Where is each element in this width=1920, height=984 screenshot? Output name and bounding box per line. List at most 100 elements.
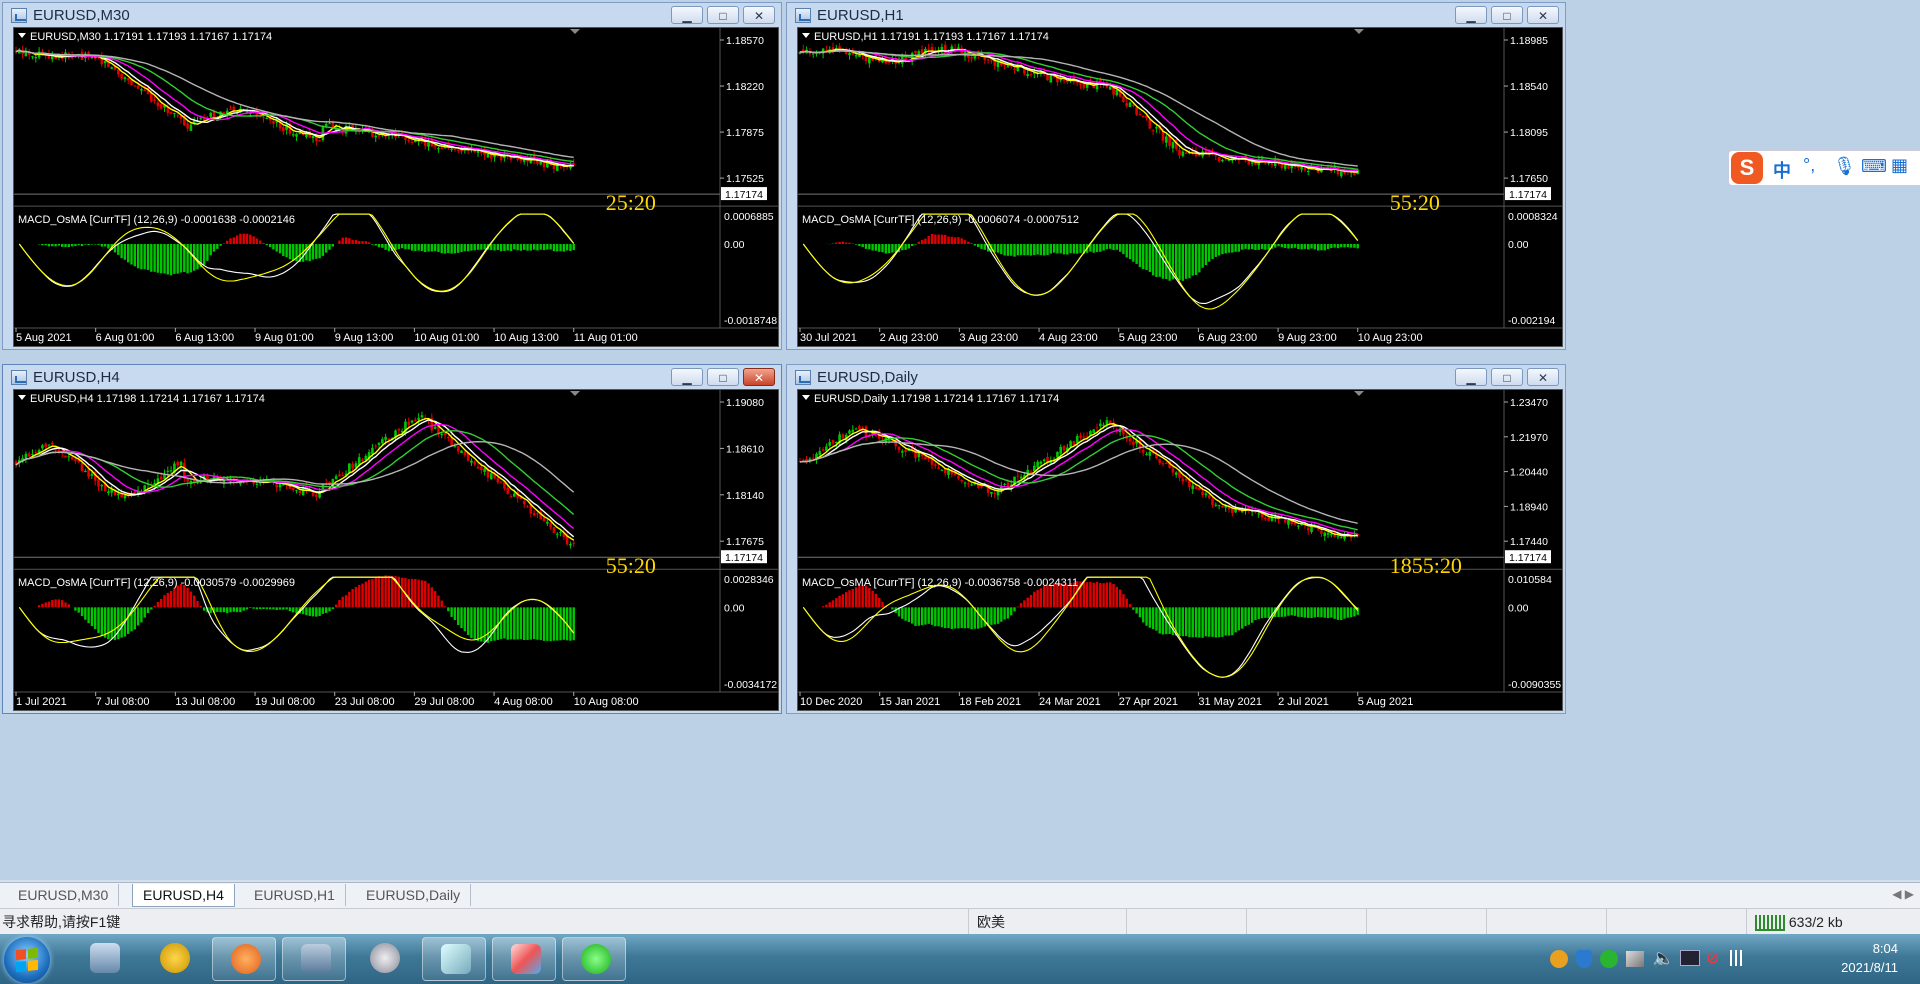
close-button[interactable]: ✕ bbox=[1527, 6, 1559, 24]
macd-histogram-bar bbox=[447, 243, 450, 254]
close-button[interactable]: ✕ bbox=[743, 6, 775, 24]
connection-bars-icon bbox=[1755, 915, 1785, 932]
macd-histogram-bar bbox=[156, 602, 160, 608]
tab-eurusd-h1[interactable]: EURUSD,H1 bbox=[244, 884, 346, 906]
shield-icon[interactable] bbox=[1576, 950, 1592, 968]
macd-histogram-bar bbox=[80, 607, 84, 617]
chart-window-m30[interactable]: EURUSD,M30 ▁ □ ✕ EURUSD,M30 1.17191 1.17… bbox=[2, 2, 782, 350]
macd-histogram-bar bbox=[1026, 597, 1029, 608]
speaker-icon[interactable]: 🔈 bbox=[1652, 948, 1674, 969]
chart-area[interactable]: EURUSD,Daily 1.17198 1.17214 1.17167 1.1… bbox=[797, 389, 1563, 711]
macd-histogram-bar bbox=[341, 596, 344, 608]
tab-eurusd-daily[interactable]: EURUSD,Daily bbox=[356, 884, 472, 906]
maximize-button[interactable]: □ bbox=[1491, 6, 1523, 24]
monitor-icon[interactable] bbox=[1680, 950, 1700, 966]
taskbar-app-browser[interactable] bbox=[212, 937, 276, 981]
ime-language[interactable]: 中 bbox=[1773, 157, 1791, 183]
candle-body bbox=[397, 428, 401, 431]
macd-histogram-bar bbox=[318, 607, 321, 617]
tray-app-icon[interactable] bbox=[1550, 950, 1568, 968]
chart-shift-marker-icon bbox=[1354, 391, 1364, 396]
maximize-button[interactable]: □ bbox=[707, 368, 739, 386]
macd-histogram-bar bbox=[288, 243, 292, 260]
close-button[interactable]: ✕ bbox=[743, 368, 775, 386]
minimize-button[interactable]: ▁ bbox=[671, 6, 703, 24]
macd-histogram-bar bbox=[1316, 243, 1320, 251]
candle-body bbox=[384, 436, 387, 440]
taskbar-app-metatrader[interactable] bbox=[282, 937, 346, 981]
macd-histogram-bar bbox=[391, 576, 394, 608]
toolbox-icon[interactable]: ▦ bbox=[1891, 155, 1908, 176]
maximize-button[interactable]: □ bbox=[1491, 368, 1523, 386]
microphone-icon[interactable]: 🎙 bbox=[1833, 156, 1856, 177]
taskbar-app-finance[interactable] bbox=[142, 937, 206, 981]
candle-body bbox=[440, 147, 444, 149]
chart-window-h1[interactable]: EURUSD,H1 ▁ □ ✕ EURUSD,H1 1.17191 1.1719… bbox=[786, 2, 1566, 350]
macd-histogram-bar bbox=[311, 607, 315, 617]
macd-histogram-bar bbox=[358, 240, 361, 244]
candle-body bbox=[410, 141, 414, 143]
pen-icon[interactable] bbox=[1626, 951, 1644, 967]
orange-swirl-app-icon bbox=[231, 944, 261, 974]
macd-histogram-bar bbox=[1168, 243, 1171, 281]
macd-histogram-bar bbox=[845, 592, 848, 608]
taskbar-app-paint[interactable] bbox=[492, 937, 556, 981]
macd-histogram-bar bbox=[173, 243, 176, 274]
macd-histogram-bar bbox=[967, 241, 970, 244]
candle-body bbox=[499, 481, 503, 483]
minimize-button[interactable]: ▁ bbox=[1455, 6, 1487, 24]
signal-icon[interactable] bbox=[1730, 950, 1748, 966]
candle-body bbox=[552, 527, 556, 533]
chart-area[interactable]: EURUSD,M30 1.17191 1.17193 1.17167 1.171… bbox=[13, 27, 779, 347]
macd-histogram-bar bbox=[1330, 607, 1333, 618]
minimize-button[interactable]: ▁ bbox=[671, 368, 703, 386]
macd-histogram-bar bbox=[473, 607, 476, 640]
taskbar-app-wechat[interactable] bbox=[562, 937, 626, 981]
keyboard-icon[interactable]: ⌨ bbox=[1861, 156, 1887, 177]
candle-body bbox=[526, 506, 529, 508]
connection-status[interactable]: 633/2 kb bbox=[1746, 909, 1920, 935]
macd-tick-label: -0.0034172 bbox=[724, 679, 777, 691]
title-bar[interactable]: EURUSD,Daily ▁ □ ✕ bbox=[787, 365, 1565, 391]
tab-eurusd-h4[interactable]: EURUSD,H4 bbox=[132, 884, 235, 907]
sogou-logo-icon[interactable]: S bbox=[1731, 152, 1763, 184]
chart-area[interactable]: EURUSD,H4 1.17198 1.17214 1.17167 1.1717… bbox=[13, 389, 779, 711]
close-button[interactable]: ✕ bbox=[1527, 368, 1559, 386]
macd-histogram-bar bbox=[1290, 243, 1293, 249]
chart-window-h4[interactable]: EURUSD,H4 ▁ □ ✕ EURUSD,H4 1.17198 1.1721… bbox=[2, 364, 782, 714]
taskbar-app-notes[interactable] bbox=[422, 937, 486, 981]
punctuation-icon[interactable]: °, bbox=[1803, 155, 1815, 176]
macd-info-text: MACD_OsMA [CurrTF] (12,26,9) -0.0030579 … bbox=[18, 577, 295, 589]
macd-histogram-bar bbox=[1283, 243, 1287, 249]
candle-body bbox=[1079, 435, 1082, 438]
macd-histogram-bar bbox=[1283, 607, 1287, 617]
taskbar-app-contacts[interactable] bbox=[72, 937, 136, 981]
candle-body bbox=[456, 446, 460, 452]
wechat-tray-icon[interactable] bbox=[1600, 950, 1618, 968]
candle-body bbox=[311, 135, 315, 139]
title-bar[interactable]: EURUSD,M30 ▁ □ ✕ bbox=[3, 3, 781, 29]
minimize-button[interactable]: ▁ bbox=[1455, 368, 1487, 386]
start-button[interactable] bbox=[4, 937, 50, 983]
tab-scroll-arrows-icon[interactable]: ◀ ▶ bbox=[1892, 887, 1914, 901]
chart-area[interactable]: EURUSD,H1 1.17191 1.17193 1.17167 1.1717… bbox=[797, 27, 1563, 347]
title-bar[interactable]: EURUSD,H1 ▁ □ ✕ bbox=[787, 3, 1565, 29]
mute-icon[interactable]: ⊘ bbox=[1706, 948, 1719, 968]
taskbar-app-robot[interactable] bbox=[352, 937, 416, 981]
macd-histogram-bar bbox=[1006, 243, 1010, 256]
macd-histogram-bar bbox=[288, 607, 292, 612]
macd-histogram-bar bbox=[536, 243, 539, 251]
macd-histogram-bar bbox=[1333, 607, 1336, 619]
candle-body bbox=[901, 451, 904, 453]
system-clock[interactable]: 8:04 2021/8/11 bbox=[1841, 939, 1898, 977]
ime-toolbar[interactable]: S 中 °, 🎙 ⌨ ▦ bbox=[1728, 150, 1920, 186]
macd-histogram-bar bbox=[907, 243, 911, 249]
title-bar[interactable]: EURUSD,H4 ▁ □ ✕ bbox=[3, 365, 781, 391]
macd-histogram-bar bbox=[1303, 607, 1307, 618]
maximize-button[interactable]: □ bbox=[707, 6, 739, 24]
macd-histogram-bar bbox=[282, 243, 285, 257]
macd-histogram-bar bbox=[77, 607, 80, 613]
tab-eurusd-m30[interactable]: EURUSD,M30 bbox=[8, 884, 120, 906]
chart-window-daily[interactable]: EURUSD,Daily ▁ □ ✕ EURUSD,Daily 1.17198 … bbox=[786, 364, 1566, 714]
macd-histogram-bar bbox=[841, 594, 845, 608]
